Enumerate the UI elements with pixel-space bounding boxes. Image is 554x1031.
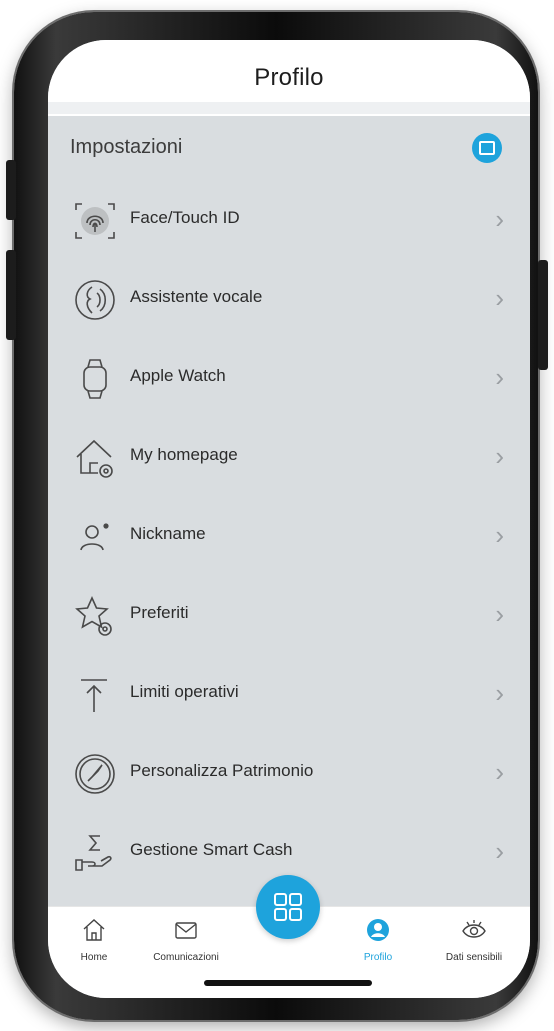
menu-item-face-touch-id[interactable]: Face/Touch ID › xyxy=(48,180,530,256)
grid-icon xyxy=(274,893,302,921)
menu-item-label: Limiti operativi xyxy=(130,682,239,701)
chevron-right-icon: › xyxy=(495,441,504,471)
app-screen: Profilo Impostazioni Face/Touch ID › Ass… xyxy=(48,40,530,998)
menu-item-label: Nickname xyxy=(130,524,206,543)
mute-switch xyxy=(6,160,16,220)
menu-item-voice-assistant[interactable]: Assistente vocale › xyxy=(48,259,530,335)
tab-label: Profilo xyxy=(363,952,393,963)
menu-item-label: Preferiti xyxy=(130,603,189,622)
menu-item-label: Assistente vocale xyxy=(130,287,263,306)
compass-icon xyxy=(75,754,115,794)
tab-profilo[interactable]: Profilo xyxy=(332,917,424,967)
menu-item-label: Face/Touch ID xyxy=(130,208,240,227)
user-icon xyxy=(80,523,109,551)
home-indicator xyxy=(204,980,372,986)
sigma-hand-icon xyxy=(75,835,112,871)
mail-icon xyxy=(175,922,197,939)
info-icon[interactable] xyxy=(472,133,502,163)
menu-grid-button[interactable] xyxy=(256,875,320,939)
volume-button xyxy=(6,250,16,340)
arrow-up-limit-icon xyxy=(81,679,107,712)
tab-home[interactable]: Home xyxy=(48,917,140,967)
watch-icon xyxy=(83,359,107,399)
tab-dati-sensibili[interactable]: Dati sensibili xyxy=(428,917,520,967)
chevron-right-icon: › xyxy=(495,757,504,787)
header-divider xyxy=(48,102,530,114)
menu-item-limiti-operativi[interactable]: Limiti operativi › xyxy=(48,654,530,730)
tab-comunicazioni[interactable]: Comunicazioni xyxy=(140,917,232,967)
menu-item-nickname[interactable]: Nickname › xyxy=(48,496,530,572)
fingerprint-icon xyxy=(75,203,115,239)
menu-item-my-homepage[interactable]: My homepage › xyxy=(48,417,530,493)
eye-icon xyxy=(462,920,486,938)
chevron-right-icon: › xyxy=(495,599,504,629)
tab-label: Home xyxy=(80,952,108,963)
tab-label: Dati sensibili xyxy=(445,952,503,963)
star-settings-icon xyxy=(75,596,112,636)
profile-icon xyxy=(367,919,389,941)
power-button xyxy=(538,260,548,370)
home-settings-icon xyxy=(76,439,113,478)
menu-item-label: Apple Watch xyxy=(130,366,226,385)
voice-assistant-icon xyxy=(75,280,115,320)
menu-item-personalizza-patrimonio[interactable]: Personalizza Patrimonio › xyxy=(48,733,530,809)
page-title: Profilo xyxy=(254,64,324,91)
menu-item-label: My homepage xyxy=(130,445,238,464)
tab-label: Comunicazioni xyxy=(153,952,219,963)
menu-item-label: Personalizza Patrimonio xyxy=(130,761,314,780)
chevron-right-icon: › xyxy=(495,204,504,234)
menu-item-preferiti[interactable]: Preferiti › xyxy=(48,575,530,651)
chevron-right-icon: › xyxy=(495,678,504,708)
chevron-right-icon: › xyxy=(495,520,504,550)
menu-item-label: Gestione Smart Cash xyxy=(130,840,293,859)
section-title: Impostazioni xyxy=(70,136,183,158)
home-icon xyxy=(83,919,105,941)
chevron-right-icon: › xyxy=(495,836,504,866)
chevron-right-icon: › xyxy=(495,283,504,313)
menu-item-apple-watch[interactable]: Apple Watch › xyxy=(48,338,530,414)
chevron-right-icon: › xyxy=(495,362,504,392)
